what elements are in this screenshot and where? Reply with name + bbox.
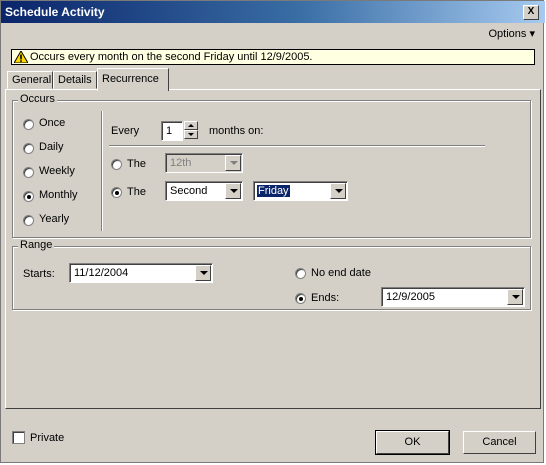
chevron-down-icon [330,183,346,199]
radio-daily[interactable] [23,143,34,154]
recurrence-summary: Occurs every month on the second Friday … [30,51,313,63]
info-bar: Occurs every month on the second Friday … [11,49,535,65]
radio-ends-label: Ends: [311,292,340,304]
tab-general-label: General [12,74,52,86]
tab-details-label: Details [58,74,92,86]
radio-once[interactable] [23,119,34,130]
radio-weekly-label: Weekly [39,165,75,177]
chevron-down-icon: ▾ [529,28,535,40]
ordinal-value: Second [170,185,208,197]
ordinal-select[interactable]: Second [165,181,243,201]
spin-down-icon[interactable] [184,130,198,139]
radio-day-number-label: The [127,158,146,170]
starts-value: 11/12/2004 [74,267,129,279]
tab-recurrence-label: Recurrence [102,73,159,85]
every-value: 1 [166,125,173,137]
range-group: Range Starts: 11/12/2004 No end date End… [12,239,531,310]
radio-monthly[interactable] [23,191,34,202]
options-menu[interactable]: Options ▾ [488,27,535,40]
radio-day-of-week-label: The [127,186,146,198]
every-label: Every [111,125,140,137]
window-title: Schedule Activity [5,5,105,19]
radio-ends[interactable] [295,293,306,304]
starts-label: Starts: [23,268,55,280]
schedule-activity-dialog: Schedule Activity X Options ▾ Occurs eve… [0,0,545,463]
day-number-select[interactable]: 12th [165,153,243,173]
radio-yearly-label: Yearly [39,213,70,225]
options-label: Options [488,28,527,40]
recurrence-panel: Occurs Once Daily Weekly Monthly Yearly … [5,89,541,409]
ok-button[interactable]: OK [375,430,450,455]
every-spinner[interactable] [184,121,206,141]
weekday-select[interactable]: Friday [253,181,348,201]
close-button[interactable]: X [523,5,539,20]
radio-no-end-date[interactable] [295,268,306,279]
chevron-down-icon [225,183,241,199]
title-bar[interactable]: Schedule Activity X [1,1,545,23]
radio-day-of-week[interactable] [111,187,122,198]
radio-day-number[interactable] [111,159,122,170]
ends-value: 12/9/2005 [386,291,435,303]
cancel-button-label: Cancel [482,436,517,448]
radio-daily-label: Daily [39,141,64,153]
tab-details[interactable]: Details [53,71,97,89]
spin-up-icon[interactable] [184,121,198,130]
private-label: Private [30,432,65,444]
occurs-divider [101,111,103,231]
warning-icon [14,51,28,63]
radio-monthly-label: Monthly [39,189,78,201]
occurs-legend: Occurs [18,93,57,105]
chevron-down-icon [507,289,523,305]
day-number-value: 12th [170,157,192,169]
radio-no-end-date-label: No end date [311,267,371,279]
ends-date-picker[interactable]: 12/9/2005 [381,287,525,307]
range-legend: Range [18,239,55,251]
tab-recurrence[interactable]: Recurrence [97,68,169,91]
private-checkbox[interactable] [12,431,25,444]
chevron-down-icon [225,155,241,171]
every-input[interactable]: 1 [161,121,183,141]
radio-weekly[interactable] [23,167,34,178]
chevron-down-icon [195,265,211,281]
ok-button-label: OK [404,436,421,448]
cancel-button[interactable]: Cancel [463,431,536,454]
starts-date-picker[interactable]: 11/12/2004 [69,263,213,283]
radio-once-label: Once [39,117,66,129]
occurs-group: Occurs Once Daily Weekly Monthly Yearly … [12,93,531,238]
weekday-value: Friday [257,185,290,197]
every-divider [109,145,485,147]
radio-yearly[interactable] [23,215,34,226]
months-on-label: months on: [209,125,264,137]
tab-general[interactable]: General [7,71,53,89]
